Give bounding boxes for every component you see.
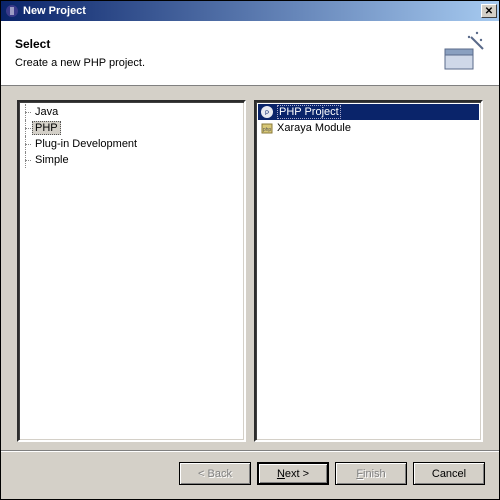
header-title: Select (15, 37, 433, 51)
header-text: Select Create a new PHP project. (15, 37, 433, 69)
cancel-button[interactable]: Cancel (413, 462, 485, 485)
php-project-icon: P (260, 105, 274, 119)
category-label: PHP (32, 121, 61, 135)
button-bar: < Back Next > Finish Cancel (1, 452, 499, 499)
category-label: Java (35, 106, 58, 118)
category-label: Simple (35, 154, 69, 166)
category-item[interactable]: Java (21, 104, 242, 120)
category-item[interactable]: PHP (21, 120, 242, 136)
wizard-item[interactable]: P PHP Project (258, 104, 479, 120)
back-button: < Back (179, 462, 251, 485)
window-title: New Project (23, 5, 481, 17)
wizard-item[interactable]: php Xaraya Module (258, 120, 479, 136)
category-item[interactable]: Plug-in Development (21, 136, 242, 152)
close-button[interactable]: ✕ (481, 4, 497, 18)
svg-text:php: php (263, 127, 272, 133)
category-tree[interactable]: Java PHP Plug-in Development Simple (17, 100, 246, 442)
dialog-body: Java PHP Plug-in Development Simple P PHP Pr… (1, 86, 499, 450)
category-label: Plug-in Development (35, 138, 137, 150)
app-icon (5, 4, 19, 18)
finish-button: Finish (335, 462, 407, 485)
module-icon: php (260, 121, 274, 135)
svg-text:P: P (265, 111, 269, 117)
dialog-header: Select Create a new PHP project. (1, 21, 499, 86)
header-subtitle: Create a new PHP project. (15, 57, 433, 69)
next-button[interactable]: Next > (257, 462, 329, 485)
split-panes: Java PHP Plug-in Development Simple P PHP Pr… (17, 100, 483, 442)
titlebar: New Project ✕ (1, 1, 499, 21)
wizard-list[interactable]: P PHP Project php Xaraya Module (254, 100, 483, 442)
wizard-label: Xaraya Module (277, 122, 351, 134)
wizard-label: PHP Project (277, 105, 341, 119)
category-item[interactable]: Simple (21, 152, 242, 168)
wizard-icon (441, 31, 485, 75)
new-project-dialog: New Project ✕ Select Create a new PHP pr… (0, 0, 500, 500)
